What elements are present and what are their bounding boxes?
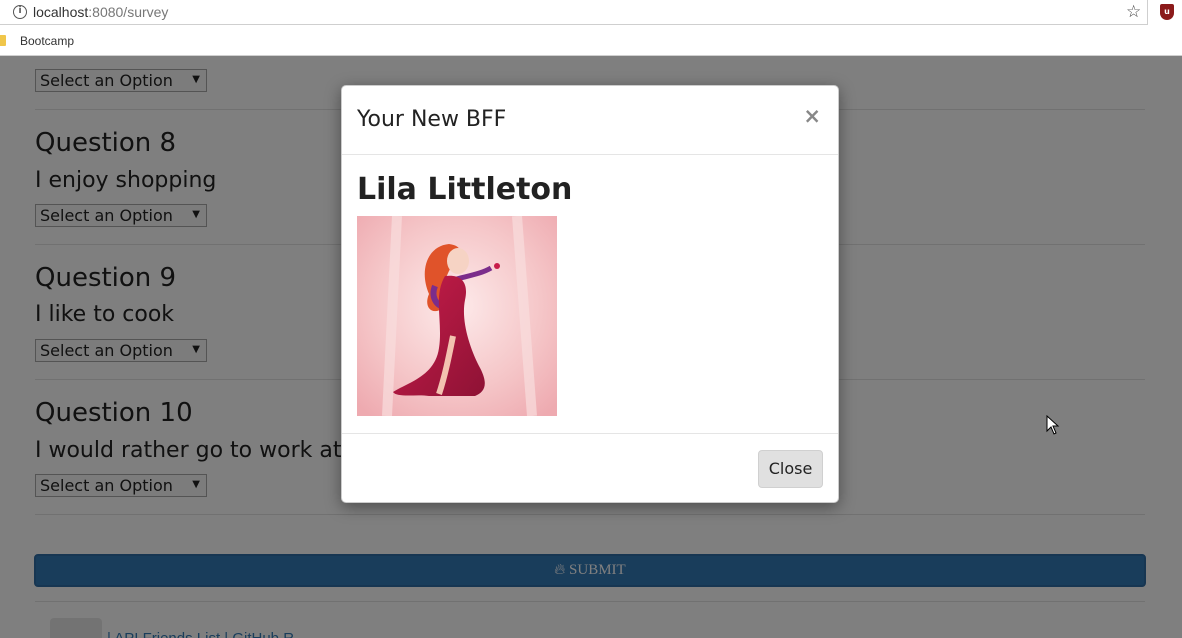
bookmarks-bar: Bootcamp [0,26,1182,56]
close-button[interactable]: Close [758,450,823,488]
bookmark-star-icon[interactable]: ☆ [1126,2,1141,22]
url-path: :8080/survey [88,4,169,20]
folder-icon [0,35,6,46]
browser-address-bar: i localhost:8080/survey ☆ u [0,0,1182,26]
mouse-cursor-icon [1046,415,1060,435]
friend-name: Lila Littleton [357,172,573,207]
modal-title: Your New BFF [357,107,507,132]
modal-footer: Close [342,433,838,503]
modal-header: Your New BFF × [342,86,838,155]
ublock-extension-icon[interactable]: u [1160,4,1174,20]
url-text[interactable]: localhost:8080/survey [33,4,168,20]
friend-photo [357,216,557,416]
bookmark-bootcamp[interactable]: Bootcamp [20,34,74,48]
bff-modal: Your New BFF × Lila Littleton Close [341,85,839,503]
url-box[interactable]: i localhost:8080/survey ☆ [0,0,1148,25]
close-icon[interactable]: × [803,104,821,128]
info-icon[interactable]: i [13,5,27,19]
url-host: localhost [33,4,89,20]
